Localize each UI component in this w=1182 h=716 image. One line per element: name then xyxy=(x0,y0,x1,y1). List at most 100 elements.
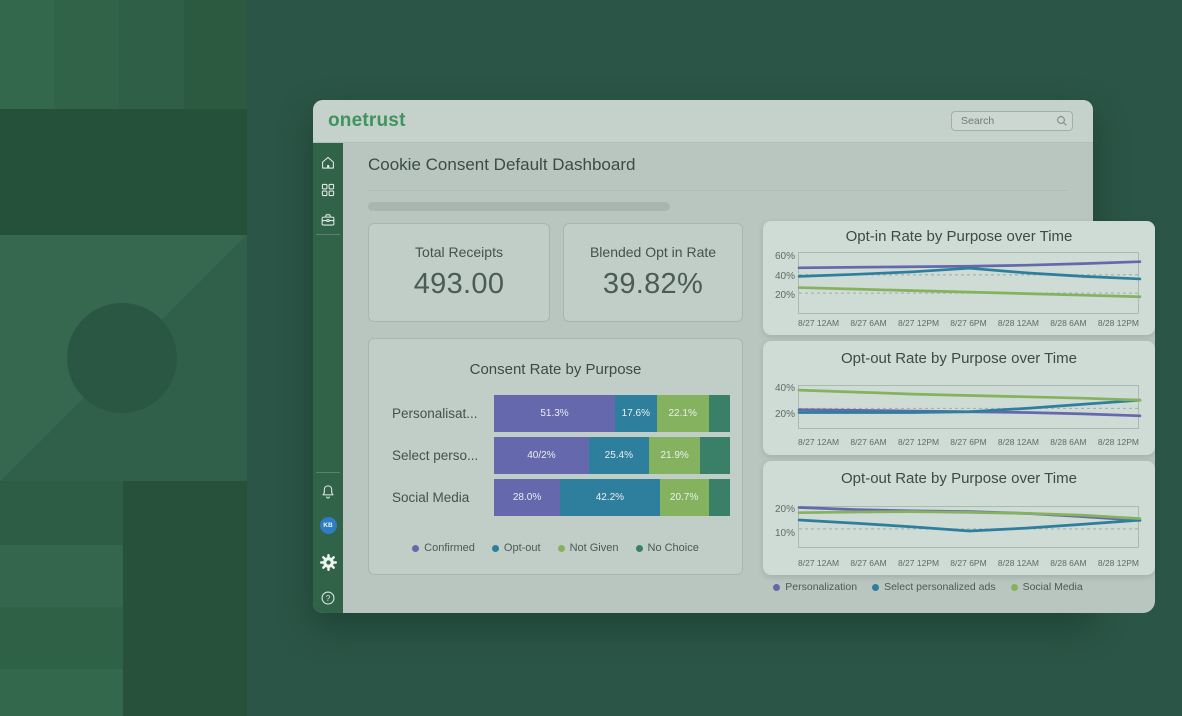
bg-stripe xyxy=(184,0,247,109)
sidebar-divider xyxy=(316,472,340,473)
bar-segment: 22.1% xyxy=(657,395,709,432)
bar-row: Social Media 28.0%42.2%20.7% xyxy=(392,479,730,516)
legend-dot-icon xyxy=(872,584,879,591)
bg-circle xyxy=(67,303,177,413)
x-tick-label: 8/28 6AM xyxy=(1050,437,1086,449)
legend-item: Confirmed xyxy=(412,542,475,554)
y-tick-label: 60% xyxy=(765,251,795,262)
filter-skeleton-bar xyxy=(368,202,670,211)
stacked-bar: 40/2%25.4%21.9% xyxy=(494,437,730,474)
kpi-value: 493.00 xyxy=(414,268,505,301)
y-axis: 20% 10% xyxy=(765,506,795,548)
bar-row-label: Select perso... xyxy=(392,448,494,463)
x-axis: 8/27 12AM8/27 6AM8/27 12PM8/27 6PM8/28 1… xyxy=(798,318,1139,330)
y-tick-label: 20% xyxy=(765,504,795,515)
kpi-label: Total Receipts xyxy=(415,244,503,260)
x-tick-label: 8/28 12AM xyxy=(998,437,1039,449)
legend-dot-icon xyxy=(773,584,780,591)
bar-segment: 20.7% xyxy=(660,479,709,516)
y-tick-label: 20% xyxy=(765,290,795,301)
series-legend: Personalization Select personalized ads So… xyxy=(763,581,1093,593)
bar-segment xyxy=(709,479,730,516)
kpi-label: Blended Opt in Rate xyxy=(590,244,716,260)
bar-segment: 17.6% xyxy=(615,395,657,432)
bar-segment: 40/2% xyxy=(494,437,589,474)
consent-legend: Confirmed Opt-out Not Given No Choice xyxy=(369,542,742,554)
sidebar-divider xyxy=(316,234,340,235)
kpi-value: 39.82% xyxy=(603,268,703,301)
apps-grid-icon[interactable] xyxy=(313,181,343,199)
plot-area xyxy=(798,506,1139,548)
search-input[interactable] xyxy=(951,111,1073,131)
x-tick-label: 8/27 6AM xyxy=(850,558,886,570)
bar-segment: 28.0% xyxy=(494,479,560,516)
gear-icon[interactable] xyxy=(313,553,343,572)
y-tick-label: 20% xyxy=(765,409,795,420)
stacked-bar: 28.0%42.2%20.7% xyxy=(494,479,730,516)
legend-item: Select personalized ads xyxy=(872,581,996,593)
kpi-card-total-receipts: Total Receipts 493.00 xyxy=(368,223,550,322)
bg-band xyxy=(0,545,123,607)
opt-out-rate-chart-card: Opt-out Rate by Purpose over Time 40% 20%… xyxy=(763,341,1155,455)
stacked-bar: 51.3%17.6%22.1% xyxy=(494,395,730,432)
bar-row-label: Social Media xyxy=(392,490,494,505)
bg-band xyxy=(0,607,123,669)
bar-segment: 42.2% xyxy=(560,479,660,516)
y-tick-label: 40% xyxy=(765,383,795,394)
user-avatar[interactable]: KB xyxy=(313,517,343,534)
consent-rate-chart-card: Consent Rate by Purpose Personalisat... … xyxy=(368,338,743,575)
chart-title: Opt-in Rate by Purpose over Time xyxy=(763,228,1155,245)
legend-dot-icon xyxy=(1011,584,1018,591)
kpi-card-blended-opt-in-rate: Blended Opt in Rate 39.82% xyxy=(563,223,743,322)
svg-text:?: ? xyxy=(326,594,331,603)
x-tick-label: 8/27 6AM xyxy=(850,437,886,449)
legend-dot-icon xyxy=(636,545,643,552)
x-tick-label: 8/27 12PM xyxy=(898,437,939,449)
x-tick-label: 8/27 6PM xyxy=(950,437,986,449)
page-title: Cookie Consent Default Dashboard xyxy=(368,155,635,175)
briefcase-icon[interactable] xyxy=(313,211,343,229)
legend-item: Not Given xyxy=(558,542,619,554)
legend-dot-icon xyxy=(492,545,499,552)
x-tick-label: 8/28 12AM xyxy=(998,558,1039,570)
help-icon[interactable]: ? xyxy=(313,589,343,607)
legend-item: No Choice xyxy=(636,542,699,554)
opt-out-rate-chart-card-2: Opt-out Rate by Purpose over Time 20% 10%… xyxy=(763,461,1155,575)
x-tick-label: 8/27 12PM xyxy=(898,318,939,330)
x-tick-label: 8/28 12PM xyxy=(1098,318,1139,330)
y-axis: 40% 20% xyxy=(765,385,795,429)
avatar-initials: KB xyxy=(320,517,337,534)
legend-dot-icon xyxy=(412,545,419,552)
page: { "brand": { "logo_text": "onetrust" }, … xyxy=(0,0,1182,716)
bg-band xyxy=(0,669,123,716)
home-icon[interactable] xyxy=(313,154,343,172)
chart-title: Opt-out Rate by Purpose over Time xyxy=(763,350,1155,367)
bell-icon[interactable] xyxy=(313,483,343,501)
magnifier-icon xyxy=(1056,115,1068,127)
bg-rectangle xyxy=(123,481,247,716)
title-divider xyxy=(368,190,1068,191)
sidebar-nav: KB ? xyxy=(313,143,343,613)
bar-segment: 25.4% xyxy=(589,437,649,474)
bar-segment: 21.9% xyxy=(649,437,701,474)
x-tick-label: 8/27 12AM xyxy=(798,437,839,449)
legend-item: Social Media xyxy=(1011,581,1083,593)
x-tick-label: 8/27 12AM xyxy=(798,318,839,330)
onetrust-logo[interactable]: onetrust xyxy=(328,110,406,132)
legend-item: Personalization xyxy=(773,581,857,593)
x-tick-label: 8/28 12PM xyxy=(1098,437,1139,449)
stacked-bars: Personalisat... 51.3%17.6%22.1% Select p… xyxy=(392,395,730,521)
legend-item: Opt-out xyxy=(492,542,541,554)
chart-title: Opt-out Rate by Purpose over Time xyxy=(763,470,1155,487)
plot-area xyxy=(798,385,1139,429)
bg-stripe xyxy=(54,0,119,109)
y-axis: 60% 40% 20% xyxy=(765,252,795,314)
x-tick-label: 8/28 12PM xyxy=(1098,558,1139,570)
bg-stripe xyxy=(119,0,184,109)
x-axis: 8/27 12AM8/27 6AM8/27 12PM8/27 6PM8/28 1… xyxy=(798,558,1139,570)
y-tick-label: 10% xyxy=(765,528,795,539)
bar-row: Select perso... 40/2%25.4%21.9% xyxy=(392,437,730,474)
y-tick-label: 40% xyxy=(765,271,795,282)
x-tick-label: 8/27 12PM xyxy=(898,558,939,570)
app-header: onetrust xyxy=(313,100,1093,143)
